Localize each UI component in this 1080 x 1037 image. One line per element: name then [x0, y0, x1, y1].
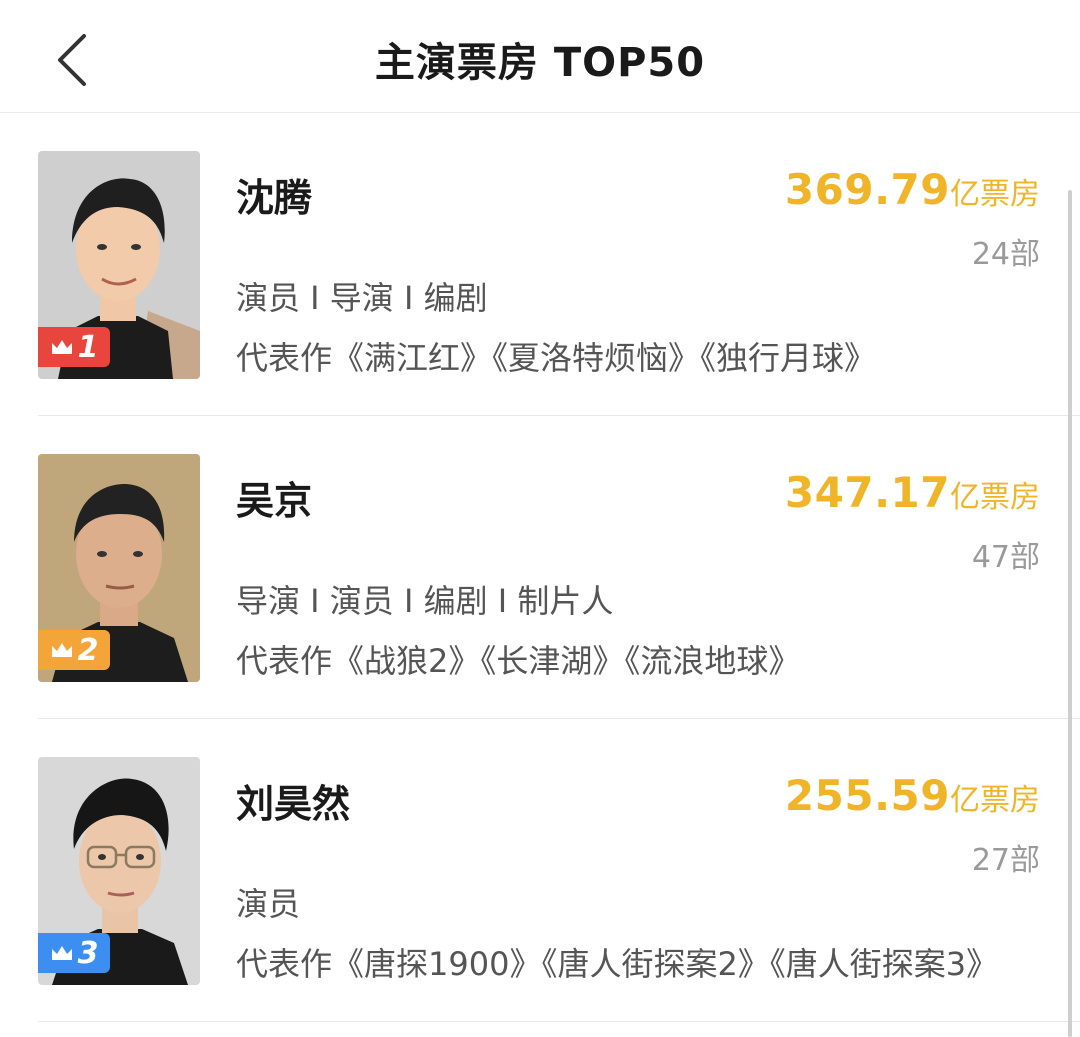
representative-works: 代表作《唐探1900》《唐人街探案2》《唐人街探案3》	[236, 945, 999, 983]
rank-badge: 3	[38, 933, 110, 973]
rank-number: 1	[77, 329, 99, 365]
rank-number: 2	[77, 632, 99, 668]
actor-name: 吴京	[236, 479, 313, 523]
list-item[interactable]: 2 吴京 347.17亿票房 47部 导演 I 演员 I 编剧 I 制片人 代表…	[0, 416, 1080, 719]
box-office-value: 255.59	[784, 771, 950, 820]
box-office-unit: 亿票房	[950, 783, 1040, 818]
box-office-unit: 亿票房	[950, 480, 1040, 515]
actor-photo: 3	[38, 757, 200, 985]
scrollbar[interactable]	[1068, 190, 1072, 1037]
top-bar: 主演票房 TOP50	[0, 0, 1080, 113]
page-title: 主演票房 TOP50	[374, 40, 706, 86]
box-office-unit: 亿票房	[950, 177, 1040, 212]
actor-list: 1 沈腾 369.79亿票房 24部 演员 I 导演 I 编剧 代表作《满江红》…	[0, 113, 1080, 1022]
box-office-value: 347.17	[784, 468, 950, 517]
representative-works: 代表作《战狼2》《长津湖》《流浪地球》	[236, 642, 801, 680]
crown-icon	[51, 946, 72, 960]
box-office-value: 369.79	[784, 165, 950, 214]
actor-photo: 1	[38, 151, 200, 379]
film-count: 27部	[971, 843, 1040, 878]
rank-number: 3	[77, 935, 99, 971]
box-office: 255.59亿票房	[785, 771, 1040, 820]
actor-roles: 演员	[236, 885, 301, 923]
divider	[38, 1021, 1080, 1022]
list-item[interactable]: 3 刘昊然 255.59亿票房 27部 演员 代表作《唐探1900》《唐人街探案…	[0, 719, 1080, 1022]
crown-icon	[51, 643, 72, 657]
actor-photo: 2	[38, 454, 200, 682]
rank-badge: 1	[38, 327, 110, 367]
representative-works: 代表作《满江红》《夏洛特烦恼》《独行月球》	[236, 339, 877, 377]
actor-roles: 演员 I 导演 I 编剧	[236, 279, 488, 317]
box-office: 369.79亿票房	[785, 165, 1040, 214]
film-count: 47部	[971, 540, 1040, 575]
actor-name: 沈腾	[236, 176, 313, 220]
rank-badge: 2	[38, 630, 110, 670]
film-count: 24部	[971, 237, 1040, 272]
actor-roles: 导演 I 演员 I 编剧 I 制片人	[236, 582, 614, 620]
actor-name: 刘昊然	[236, 782, 351, 826]
box-office: 347.17亿票房	[785, 468, 1040, 517]
list-item[interactable]: 1 沈腾 369.79亿票房 24部 演员 I 导演 I 编剧 代表作《满江红》…	[0, 113, 1080, 416]
crown-icon	[51, 340, 72, 354]
